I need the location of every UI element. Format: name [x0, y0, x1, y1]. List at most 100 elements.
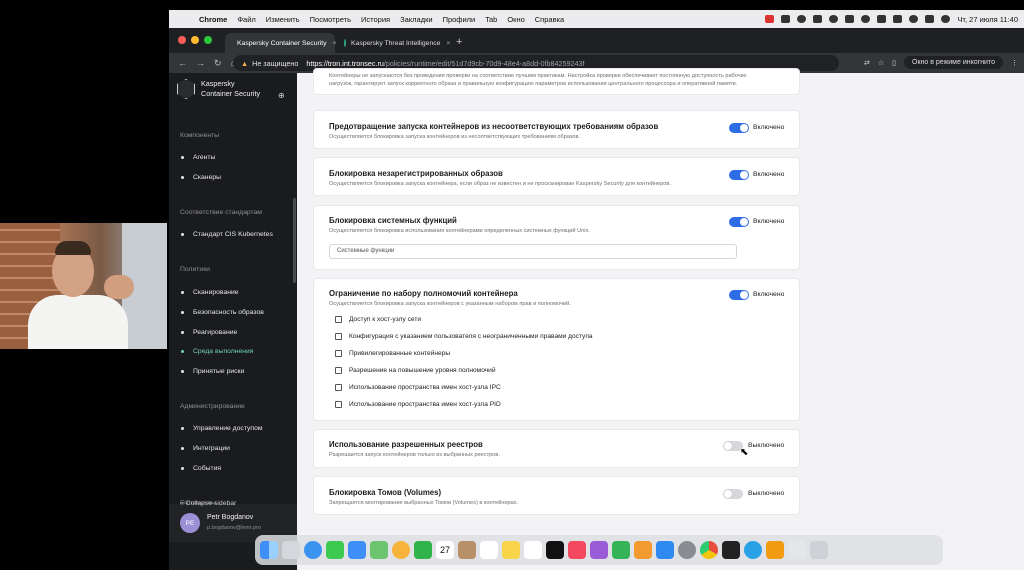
system-functions-input[interactable]: Системные функции	[329, 244, 737, 259]
sync-icon[interactable]	[829, 15, 839, 23]
translate-icon[interactable]	[813, 15, 823, 23]
language-globe-icon[interactable]: ⊕	[278, 91, 285, 100]
music-icon[interactable]	[568, 541, 586, 559]
telegram-icon[interactable]	[744, 541, 762, 559]
freeform-icon[interactable]	[524, 541, 542, 559]
tv-icon[interactable]	[546, 541, 564, 559]
sidebar-item-agents[interactable]: Агенты	[181, 154, 215, 161]
menu-profiles[interactable]: Профили	[443, 15, 476, 24]
input-source-icon[interactable]	[893, 15, 903, 23]
sidebar-item-runtime[interactable]: Среда выполнения	[181, 348, 254, 355]
sidebar-item-image-security[interactable]: Безопасность образов	[181, 309, 264, 316]
checkbox-box[interactable]	[335, 350, 342, 357]
messages-icon[interactable]	[326, 541, 344, 559]
incognito-indicator[interactable]: Окно в режиме инкогнито	[904, 56, 1003, 69]
safari-icon[interactable]	[304, 541, 322, 559]
sidebar-item-access[interactable]: Управление доступом	[181, 425, 263, 432]
menu-tab[interactable]: Tab	[485, 15, 497, 24]
toggle-switch[interactable]	[723, 489, 743, 499]
close-tab-icon[interactable]: ×	[333, 40, 337, 47]
menubar-clock[interactable]: Чт, 27 июля 11:40	[957, 15, 1018, 24]
bookmark-star-icon[interactable]: ☆	[878, 59, 884, 67]
sidebar-item-cis[interactable]: Стандарт CIS Kubernetes	[181, 231, 273, 238]
record-icon[interactable]	[765, 15, 775, 23]
checkbox-host-ipc[interactable]: Использование пространства имен хост-узл…	[335, 384, 501, 391]
wifi-icon[interactable]	[909, 15, 919, 23]
reminders-icon[interactable]	[480, 541, 498, 559]
podcasts-icon[interactable]	[590, 541, 608, 559]
checkbox-unrestricted-user[interactable]: Конфигурация с указанием пользователя с …	[335, 333, 593, 340]
sidebar-item-response[interactable]: Реагирование	[181, 329, 237, 336]
sidebar-item-integrations[interactable]: Интеграции	[181, 445, 230, 452]
checkbox-privilege-escalation[interactable]: Разрешение на повышение уровня полномочи…	[335, 367, 496, 374]
toggle-switch[interactable]	[729, 290, 749, 300]
terminal-icon[interactable]	[722, 541, 740, 559]
sidebar-item-scanners[interactable]: Сканеры	[181, 174, 221, 181]
tab-kcs[interactable]: Kaspersky Container Security ×	[225, 33, 337, 53]
clock-icon[interactable]	[861, 15, 871, 23]
menu-app[interactable]: Chrome	[199, 15, 227, 24]
appstore-icon[interactable]	[656, 541, 674, 559]
sidebar-item-scanning[interactable]: Сканирование	[181, 289, 239, 296]
menu-window[interactable]: Окно	[507, 15, 524, 24]
menu-help[interactable]: Справка	[535, 15, 564, 24]
toggle-switch[interactable]	[729, 170, 749, 180]
checkbox-box[interactable]	[335, 384, 342, 391]
sidebar-scrollbar[interactable]	[293, 198, 296, 283]
mail-icon[interactable]	[348, 541, 366, 559]
close-window-icon[interactable]	[178, 36, 186, 44]
back-icon[interactable]: ←	[178, 58, 187, 68]
menu-file[interactable]: Файл	[237, 15, 255, 24]
numbers-icon[interactable]	[612, 541, 630, 559]
control-center-icon[interactable]	[925, 15, 935, 23]
menu-kebab-icon[interactable]: ⋮	[1011, 59, 1018, 67]
sidebar-item-events[interactable]: События	[181, 465, 221, 472]
clipboard-icon[interactable]	[845, 15, 855, 23]
alert-icon[interactable]	[797, 15, 807, 23]
contacts-icon[interactable]	[458, 541, 476, 559]
checkbox-box[interactable]	[335, 367, 342, 374]
trash-icon[interactable]	[810, 541, 828, 559]
checkbox-box[interactable]	[335, 316, 342, 323]
maximize-window-icon[interactable]	[204, 36, 212, 44]
checkbox-privileged[interactable]: Привилегированные контейнеры	[335, 350, 450, 357]
battery-icon[interactable]	[877, 15, 887, 23]
menu-history[interactable]: История	[361, 15, 390, 24]
checkbox-host-network[interactable]: Доступ к хост-узлу сети	[335, 316, 421, 323]
tab-kti[interactable]: Kaspersky Threat Intelligence ×	[337, 33, 450, 53]
search-icon[interactable]	[941, 15, 951, 23]
launchpad-icon[interactable]	[282, 541, 300, 559]
notes-icon[interactable]	[502, 541, 520, 559]
reload-icon[interactable]: ↻	[214, 58, 222, 69]
downloads-icon[interactable]	[788, 541, 806, 559]
url-host: https://tron.int.tronsec.ru	[306, 58, 384, 68]
new-tab-icon[interactable]: +	[456, 36, 462, 48]
menu-edit[interactable]: Изменить	[266, 15, 300, 24]
sidepanel-icon[interactable]: ▯	[892, 59, 896, 67]
chrome-icon[interactable]	[700, 541, 718, 559]
calendar-icon[interactable]: 27	[436, 541, 454, 559]
settings-icon[interactable]	[678, 541, 696, 559]
minimize-window-icon[interactable]	[191, 36, 199, 44]
card-description: Разрешается запуск контейнеров только из…	[329, 452, 500, 458]
k-icon[interactable]	[781, 15, 791, 23]
maps-icon[interactable]	[370, 541, 388, 559]
translate-icon[interactable]: ⇄	[864, 59, 870, 67]
app-icon[interactable]	[766, 541, 784, 559]
pages-icon[interactable]	[634, 541, 652, 559]
photos-icon[interactable]	[392, 541, 410, 559]
forward-icon[interactable]: →	[196, 58, 205, 68]
collapse-sidebar-button[interactable]: « Collapse sidebar	[180, 500, 236, 507]
checkbox-box[interactable]	[335, 401, 342, 408]
menu-bookmarks[interactable]: Закладки	[400, 15, 432, 24]
close-tab-icon[interactable]: ×	[446, 40, 450, 47]
menu-view[interactable]: Посмотреть	[310, 15, 351, 24]
checkbox-host-pid[interactable]: Использование пространства имен хост-узл…	[335, 401, 501, 408]
card-system-functions: Блокировка системных функций Осуществляе…	[314, 206, 799, 269]
sidebar-item-accepted-risks[interactable]: Принятые риски	[181, 368, 244, 375]
finder-icon[interactable]	[260, 541, 278, 559]
facetime-icon[interactable]	[414, 541, 432, 559]
checkbox-box[interactable]	[335, 333, 342, 340]
toggle-switch[interactable]	[729, 217, 749, 227]
toggle-switch[interactable]	[729, 123, 749, 133]
